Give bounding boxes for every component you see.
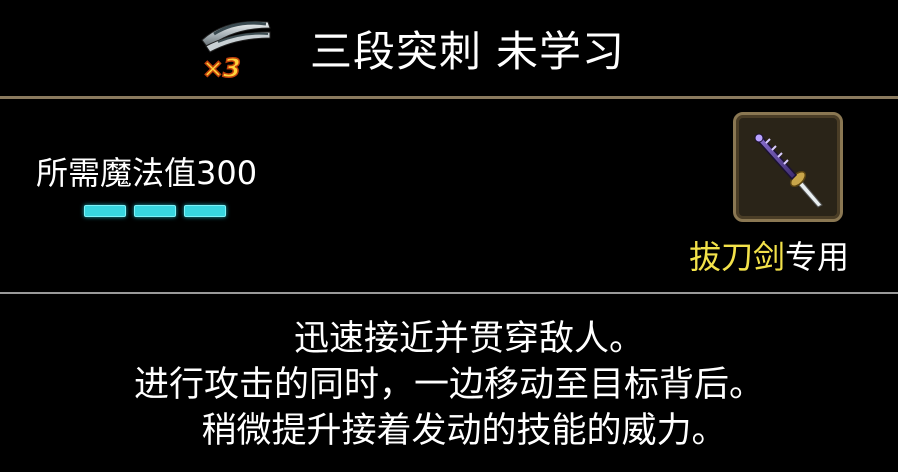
skill-description: 迅速接近并贯穿敌人。 进行攻击的同时，一边移动至目标背后。 稍微提升接着发动的技… [0,316,898,454]
description-divider [0,292,898,294]
weapon-type-name: 拔刀剑 [689,238,786,276]
skill-header: ×3 三段突刺 未学习 [0,0,898,96]
mana-segment [134,205,176,217]
weapon-type-slot [733,112,843,222]
description-line: 稍微提升接着发动的技能的威力。 [201,411,727,451]
skill-title: 三段突刺 未学习 [310,18,625,79]
description-line: 迅速接近并贯穿敌人。 [293,319,644,359]
learn-status: 未学习 [496,27,626,76]
description-line: 进行攻击的同时，一边移动至目标背后。 [133,365,764,405]
mana-segment [84,205,126,217]
weapon-requirement: 拔刀剑专用 [689,232,849,278]
triple-thrust-skill-icon: ×3 [196,12,276,88]
mana-requirement: 所需魔法值300 [36,154,258,192]
mana-segment [184,205,226,217]
weapon-exclusive-suffix: 专用 [785,238,850,276]
mana-segments [84,205,226,217]
multiplier-badge: ×3 [201,53,241,85]
header-divider [0,96,898,99]
skill-name: 三段突刺 [310,27,483,76]
katana-icon [754,133,823,208]
